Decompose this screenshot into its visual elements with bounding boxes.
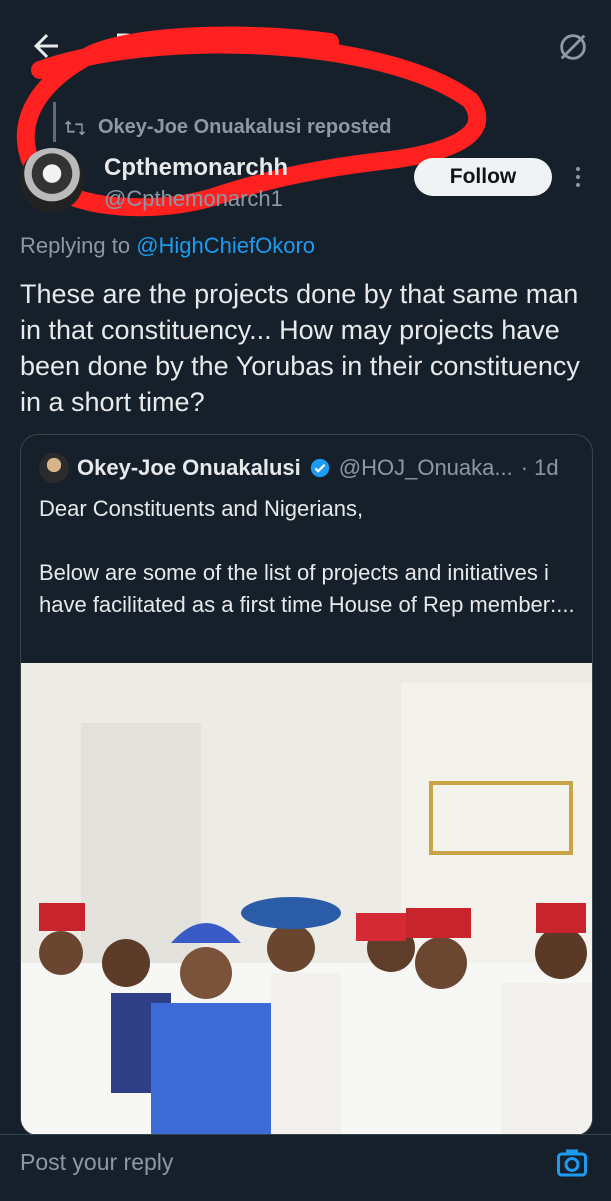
grok-icon[interactable] xyxy=(556,30,590,64)
author-handle[interactable]: @Cpthemonarch1 xyxy=(104,186,283,212)
back-arrow-icon[interactable] xyxy=(28,28,64,64)
post-text: These are the projects done by that same… xyxy=(20,279,580,417)
quote-timestamp: · 1d xyxy=(520,455,559,480)
quote-header: Okey-Joe Onuakalusi @HOJ_Onuaka... · 1d xyxy=(39,453,559,483)
top-bar: Post xyxy=(0,0,611,92)
repost-indicator: Okey-Joe Onuakalusi reposted xyxy=(64,116,391,139)
quote-photo[interactable] xyxy=(21,663,592,1135)
repost-text: Okey-Joe Onuakalusi reposted xyxy=(98,116,392,138)
verified-icon xyxy=(310,458,329,478)
author-name[interactable]: Cpthemonarchh xyxy=(104,154,288,182)
thread-line xyxy=(53,102,56,142)
replying-prefix: Replying to xyxy=(20,233,137,258)
replying-handle-link[interactable]: @HighChiefOkoro xyxy=(136,233,315,258)
camera-icon[interactable] xyxy=(554,1145,590,1181)
repost-icon xyxy=(64,120,86,135)
reply-bar: Post your reply xyxy=(0,1134,611,1201)
page-title: Post xyxy=(115,28,181,61)
quote-avatar[interactable] xyxy=(39,453,69,483)
quote-author-handle[interactable]: @HOJ_Onuaka... xyxy=(339,455,513,481)
follow-button[interactable]: Follow xyxy=(414,158,552,196)
replying-to: Replying to @HighChiefOkoro xyxy=(20,233,315,259)
reply-input[interactable]: Post your reply xyxy=(20,1149,173,1176)
quote-author-name[interactable]: Okey-Joe Onuakalusi xyxy=(77,455,301,481)
quote-text: Dear Constituents and Nigerians, Below a… xyxy=(39,496,575,617)
quoted-post[interactable]: Okey-Joe Onuakalusi @HOJ_Onuaka... · 1d … xyxy=(20,434,593,1136)
more-icon[interactable] xyxy=(572,164,584,194)
avatar[interactable] xyxy=(20,148,84,212)
